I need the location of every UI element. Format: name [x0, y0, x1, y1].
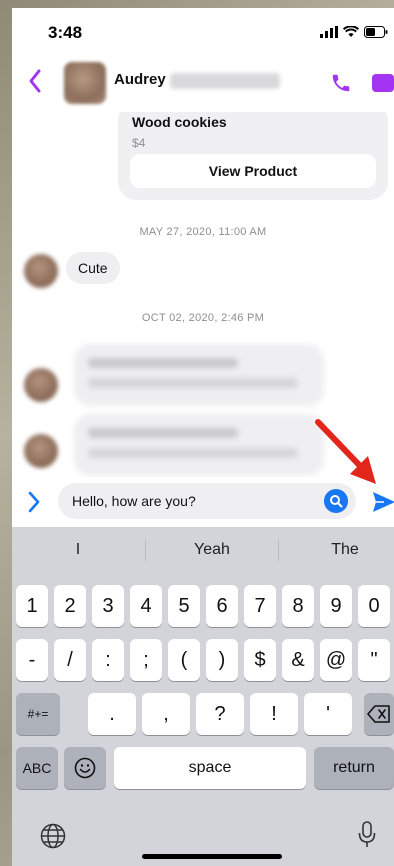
sender-avatar	[24, 434, 58, 468]
emoji-icon	[74, 757, 96, 779]
key[interactable]: @	[320, 639, 352, 681]
timestamp: MAY 27, 2020, 11:00 AM	[139, 226, 267, 238]
key[interactable]: &	[282, 639, 314, 681]
back-chevron-icon[interactable]	[28, 68, 42, 94]
key[interactable]: /	[54, 639, 86, 681]
phone-screen: 3:48 Audrey Wood cookies $4 View Product…	[12, 8, 394, 866]
product-card: Wood cookies $4 View Product	[118, 112, 388, 200]
video-call-icon[interactable]	[372, 74, 394, 92]
wifi-icon	[343, 26, 359, 37]
key[interactable]: "	[358, 639, 390, 681]
message-bubble[interactable]: Cute	[66, 252, 120, 284]
status-time: 3:48	[48, 23, 83, 42]
return-key[interactable]: return	[314, 747, 394, 789]
key[interactable]: 7	[244, 585, 276, 627]
key[interactable]: 1	[16, 585, 48, 627]
key[interactable]: 9	[320, 585, 352, 627]
key[interactable]: $	[244, 639, 276, 681]
key[interactable]: ;	[130, 639, 162, 681]
key[interactable]: :	[92, 639, 124, 681]
expand-chevron-icon[interactable]	[28, 491, 40, 513]
signal-icon	[320, 26, 338, 38]
key[interactable]: '	[304, 693, 352, 735]
key[interactable]: -	[16, 639, 48, 681]
abc-key[interactable]: ABC	[16, 747, 58, 789]
conversation-header: Audrey	[12, 56, 394, 112]
key[interactable]: 8	[282, 585, 314, 627]
key[interactable]: ?	[196, 693, 244, 735]
keyboard: I Yeah The 1 2 3 4 5 6 7 8 9 0 - / : ; (…	[12, 527, 394, 866]
key[interactable]: 5	[168, 585, 200, 627]
key[interactable]: (	[168, 639, 200, 681]
phone-call-icon[interactable]	[330, 72, 352, 94]
emoji-key[interactable]	[64, 747, 106, 789]
microphone-icon[interactable]	[358, 821, 376, 849]
symbols-toggle-key[interactable]: #+=	[16, 693, 60, 735]
annotation-arrow-icon	[315, 419, 376, 484]
key[interactable]: )	[206, 639, 238, 681]
key[interactable]: 0	[358, 585, 390, 627]
key[interactable]: .	[88, 693, 136, 735]
sender-avatar	[24, 368, 58, 402]
suggestion-item[interactable]: I	[12, 527, 144, 573]
product-title: Wood cookies	[132, 114, 227, 130]
space-key[interactable]: space	[114, 747, 306, 789]
backspace-key[interactable]	[364, 693, 394, 735]
product-price: $4	[132, 136, 146, 150]
key[interactable]: 3	[92, 585, 124, 627]
blurred-message[interactable]	[74, 414, 324, 476]
key[interactable]: !	[250, 693, 298, 735]
home-indicator	[142, 854, 282, 859]
key[interactable]: 6	[206, 585, 238, 627]
contact-name[interactable]: Audrey	[114, 71, 166, 88]
timestamp: OCT 02, 2020, 2:46 PM	[141, 312, 265, 324]
key[interactable]: ,	[142, 693, 190, 735]
suggestion-bar: I Yeah The	[12, 527, 394, 573]
status-icons	[320, 26, 388, 38]
sender-avatar	[24, 254, 58, 288]
backspace-icon	[367, 705, 390, 723]
message-input-text: Hello, how are you?	[72, 493, 196, 509]
key[interactable]: 4	[130, 585, 162, 627]
suggestion-item[interactable]: Yeah	[146, 527, 278, 573]
key[interactable]: 2	[54, 585, 86, 627]
battery-icon	[364, 26, 388, 38]
globe-icon[interactable]	[40, 823, 66, 849]
suggestion-item[interactable]: The	[279, 527, 394, 573]
view-product-button[interactable]: View Product	[130, 154, 376, 188]
blurred-message[interactable]	[74, 344, 324, 406]
status-bar: 3:48	[12, 8, 394, 56]
contact-surname-redacted	[170, 73, 280, 89]
contact-avatar[interactable]	[64, 62, 106, 104]
